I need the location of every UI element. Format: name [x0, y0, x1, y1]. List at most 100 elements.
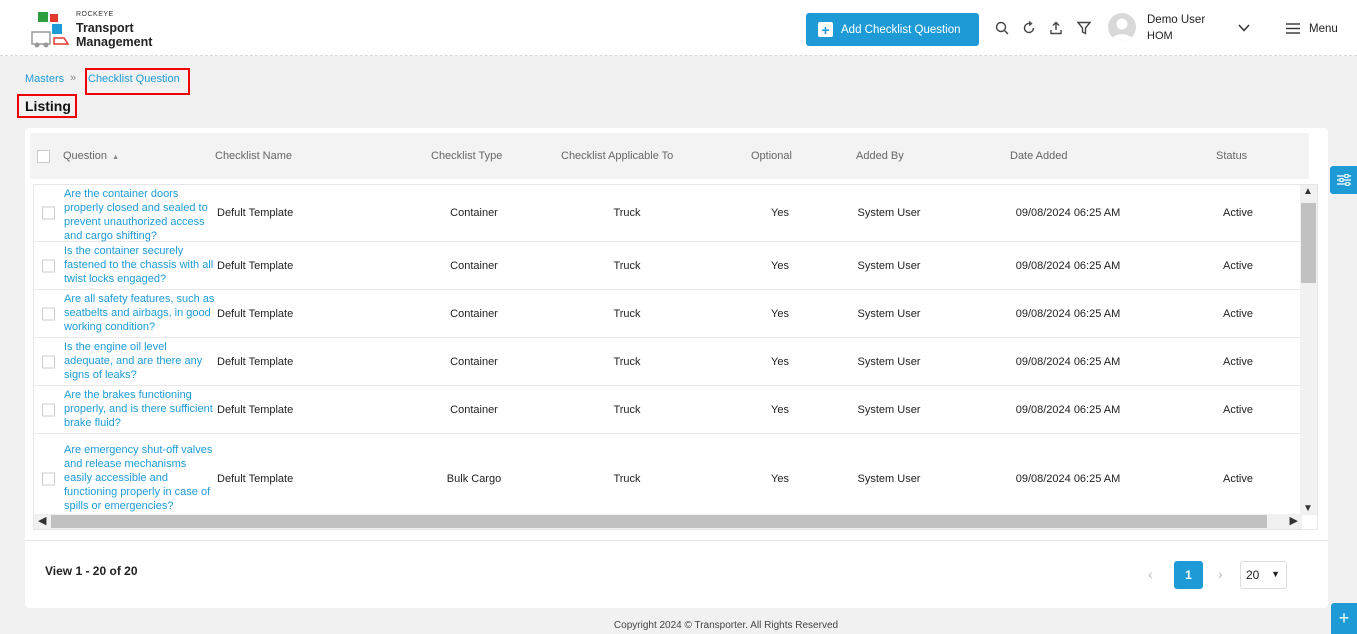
- cell-status: Active: [1223, 355, 1253, 368]
- brand-tagline: ROCKEYE: [76, 11, 114, 18]
- cell-date-added: 09/08/2024 06:25 AM: [1015, 472, 1121, 485]
- cell-checklist-name: Defult Template: [217, 307, 294, 320]
- page-size-select[interactable]: 20 ▼: [1240, 561, 1287, 589]
- scroll-right-icon[interactable]: ▶: [1290, 514, 1298, 527]
- cell-question-link[interactable]: Is the container securely fastened to th…: [64, 244, 216, 286]
- avatar[interactable]: [1108, 13, 1136, 41]
- add-button-label: Add Checklist Question: [841, 23, 961, 36]
- hamburger-icon: [1286, 23, 1300, 34]
- cell-date-added: 09/08/2024 06:25 AM: [1015, 207, 1121, 219]
- footer-copyright: Copyright 2024 © Transporter. All Rights…: [613, 620, 839, 631]
- select-all-checkbox[interactable]: [37, 150, 50, 163]
- vertical-scrollbar[interactable]: ▲ ▼: [1300, 185, 1317, 515]
- menu-button[interactable]: Menu: [1285, 22, 1338, 35]
- cell-status: Active: [1223, 207, 1253, 219]
- cell-status: Active: [1223, 403, 1253, 416]
- settings-panel-toggle[interactable]: [1330, 166, 1357, 194]
- column-header-question[interactable]: Question ▲: [63, 150, 119, 162]
- user-role: HOM: [1147, 30, 1173, 42]
- plus-icon: +: [818, 22, 833, 37]
- cell-optional: Yes: [771, 259, 789, 272]
- cell-date-added: 09/08/2024 06:25 AM: [1015, 403, 1121, 416]
- cell-checklist-name: Defult Template: [217, 472, 294, 485]
- top-header: ROCKEYE Transport Management + Add Check…: [0, 0, 1357, 56]
- table-row[interactable]: Are emergency shut-off valves and releas…: [34, 434, 1302, 524]
- column-header-checklist-type[interactable]: Checklist Type: [431, 150, 502, 162]
- cell-checklist-type: Container: [450, 307, 498, 320]
- page-button-current[interactable]: 1: [1174, 561, 1203, 589]
- floating-add-button[interactable]: +: [1331, 603, 1357, 634]
- scroll-left-icon[interactable]: ◀: [38, 514, 46, 527]
- table-row[interactable]: Are the container doors properly closed …: [34, 185, 1302, 242]
- column-header-added-by[interactable]: Added By: [856, 150, 904, 162]
- row-checkbox[interactable]: [42, 403, 55, 416]
- column-header-label: Question: [63, 150, 108, 162]
- row-checkbox[interactable]: [42, 307, 55, 320]
- cell-applicable-to: Truck: [613, 259, 641, 272]
- row-checkbox[interactable]: [42, 472, 55, 485]
- cell-checklist-type: Container: [450, 403, 498, 416]
- table-body[interactable]: Are the container doors properly closed …: [33, 184, 1318, 530]
- breadcrumb-masters[interactable]: Masters: [25, 73, 64, 85]
- cell-added-by: System User: [857, 207, 921, 219]
- refresh-icon[interactable]: [1021, 20, 1037, 36]
- cell-checklist-name: Defult Template: [217, 259, 294, 272]
- table-row[interactable]: Are all safety features, such as seatbel…: [34, 290, 1302, 338]
- upload-icon[interactable]: [1048, 20, 1064, 36]
- breadcrumb-current[interactable]: Checklist Question: [88, 73, 180, 85]
- column-header-status[interactable]: Status: [1216, 150, 1247, 162]
- cell-checklist-type: Bulk Cargo: [446, 472, 502, 485]
- breadcrumb-separator-icon: »: [70, 72, 77, 84]
- next-page-icon[interactable]: ›: [1218, 566, 1223, 582]
- cell-added-by: System User: [857, 403, 921, 416]
- cell-question-link[interactable]: Is the engine oil level adequate, and ar…: [64, 340, 216, 382]
- add-checklist-question-button[interactable]: + Add Checklist Question: [806, 13, 979, 46]
- cell-checklist-name: Defult Template: [217, 355, 294, 368]
- row-checkbox[interactable]: [42, 259, 55, 272]
- column-header-optional[interactable]: Optional: [751, 150, 792, 162]
- vertical-scroll-thumb[interactable]: [1301, 203, 1316, 283]
- user-name[interactable]: Demo User: [1147, 14, 1205, 26]
- scroll-up-icon[interactable]: ▲: [1303, 186, 1313, 197]
- row-checkbox[interactable]: [42, 355, 55, 368]
- cell-status: Active: [1223, 307, 1253, 320]
- cell-checklist-type: Container: [450, 259, 498, 272]
- table-row[interactable]: Is the engine oil level adequate, and ar…: [34, 338, 1302, 386]
- table-row[interactable]: Is the container securely fastened to th…: [34, 242, 1302, 290]
- cell-checklist-type: Container: [450, 207, 498, 219]
- chevron-down-icon[interactable]: [1237, 22, 1251, 34]
- cell-optional: Yes: [771, 207, 789, 219]
- row-checkbox[interactable]: [42, 206, 55, 220]
- chevron-down-icon: ▼: [1271, 569, 1280, 579]
- menu-label: Menu: [1309, 22, 1338, 35]
- previous-page-icon[interactable]: ‹: [1148, 566, 1153, 582]
- cell-question-link[interactable]: Are emergency shut-off valves and releas…: [64, 443, 216, 513]
- cell-optional: Yes: [771, 472, 789, 485]
- cell-applicable-to: Truck: [613, 355, 641, 368]
- column-header-date-added[interactable]: Date Added: [1010, 150, 1068, 162]
- horizontal-scrollbar[interactable]: ◀ ▶: [34, 514, 1302, 529]
- cell-question-link[interactable]: Are all safety features, such as seatbel…: [64, 292, 216, 334]
- plus-icon: +: [1338, 608, 1350, 628]
- cell-status: Active: [1223, 472, 1253, 485]
- column-header-applicable-to[interactable]: Checklist Applicable To: [561, 150, 673, 162]
- search-icon[interactable]: [994, 20, 1010, 36]
- cell-optional: Yes: [771, 355, 789, 368]
- cell-optional: Yes: [771, 403, 789, 416]
- cell-question-link[interactable]: Are the brakes functioning properly, and…: [64, 388, 216, 430]
- filter-icon[interactable]: [1076, 20, 1092, 36]
- cell-checklist-name: Defult Template: [217, 403, 294, 416]
- cell-checklist-name: Defult Template: [217, 207, 294, 219]
- cell-date-added: 09/08/2024 06:25 AM: [1015, 307, 1121, 320]
- cell-added-by: System User: [857, 307, 921, 320]
- cell-status: Active: [1223, 259, 1253, 272]
- column-header-checklist-name[interactable]: Checklist Name: [215, 150, 292, 162]
- cell-optional: Yes: [771, 307, 789, 320]
- cell-question-link[interactable]: Are the container doors properly closed …: [64, 187, 216, 243]
- scroll-down-icon[interactable]: ▼: [1303, 503, 1313, 514]
- table-row[interactable]: Are the brakes functioning properly, and…: [34, 386, 1302, 434]
- cell-added-by: System User: [857, 259, 921, 272]
- horizontal-scroll-thumb[interactable]: [51, 515, 1267, 528]
- sort-asc-icon: ▲: [112, 154, 120, 161]
- cell-added-by: System User: [857, 472, 921, 485]
